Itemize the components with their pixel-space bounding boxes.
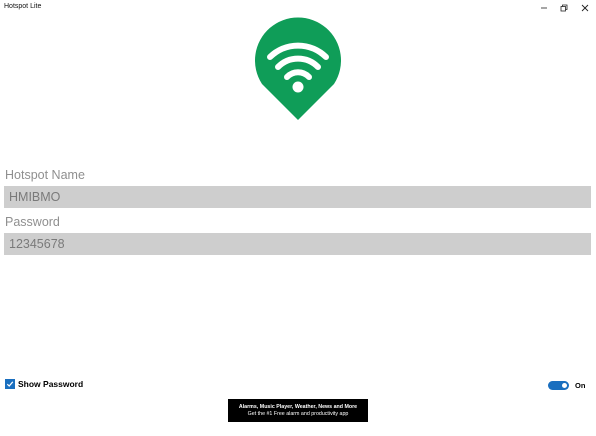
password-label: Password bbox=[5, 215, 60, 229]
ad-banner[interactable]: Alarms, Music Player, Weather, News and … bbox=[228, 399, 368, 422]
checkmark-icon bbox=[6, 381, 14, 387]
toggle-knob bbox=[562, 383, 567, 388]
hotspot-name-label: Hotspot Name bbox=[5, 168, 85, 182]
close-icon bbox=[581, 4, 589, 12]
hotspot-name-input[interactable] bbox=[4, 186, 591, 208]
title-bar: Hotspot Lite bbox=[0, 0, 596, 16]
show-password-label[interactable]: Show Password bbox=[18, 379, 83, 389]
show-password-checkbox[interactable] bbox=[5, 379, 15, 389]
hotspot-toggle[interactable] bbox=[548, 381, 569, 390]
minimize-icon bbox=[541, 7, 547, 9]
restore-icon bbox=[560, 4, 568, 12]
wifi-location-pin-icon bbox=[255, 17, 341, 120]
ad-headline: Alarms, Music Player, Weather, News and … bbox=[238, 404, 358, 410]
ad-subtext: Get the #1 Free alarm and productivity a… bbox=[247, 411, 349, 417]
restore-button[interactable] bbox=[553, 0, 575, 16]
minimize-button[interactable] bbox=[533, 0, 555, 16]
close-button[interactable] bbox=[574, 0, 596, 16]
password-input[interactable] bbox=[4, 233, 591, 255]
window-title: Hotspot Lite bbox=[4, 3, 42, 10]
toggle-state-label: On bbox=[575, 381, 586, 390]
